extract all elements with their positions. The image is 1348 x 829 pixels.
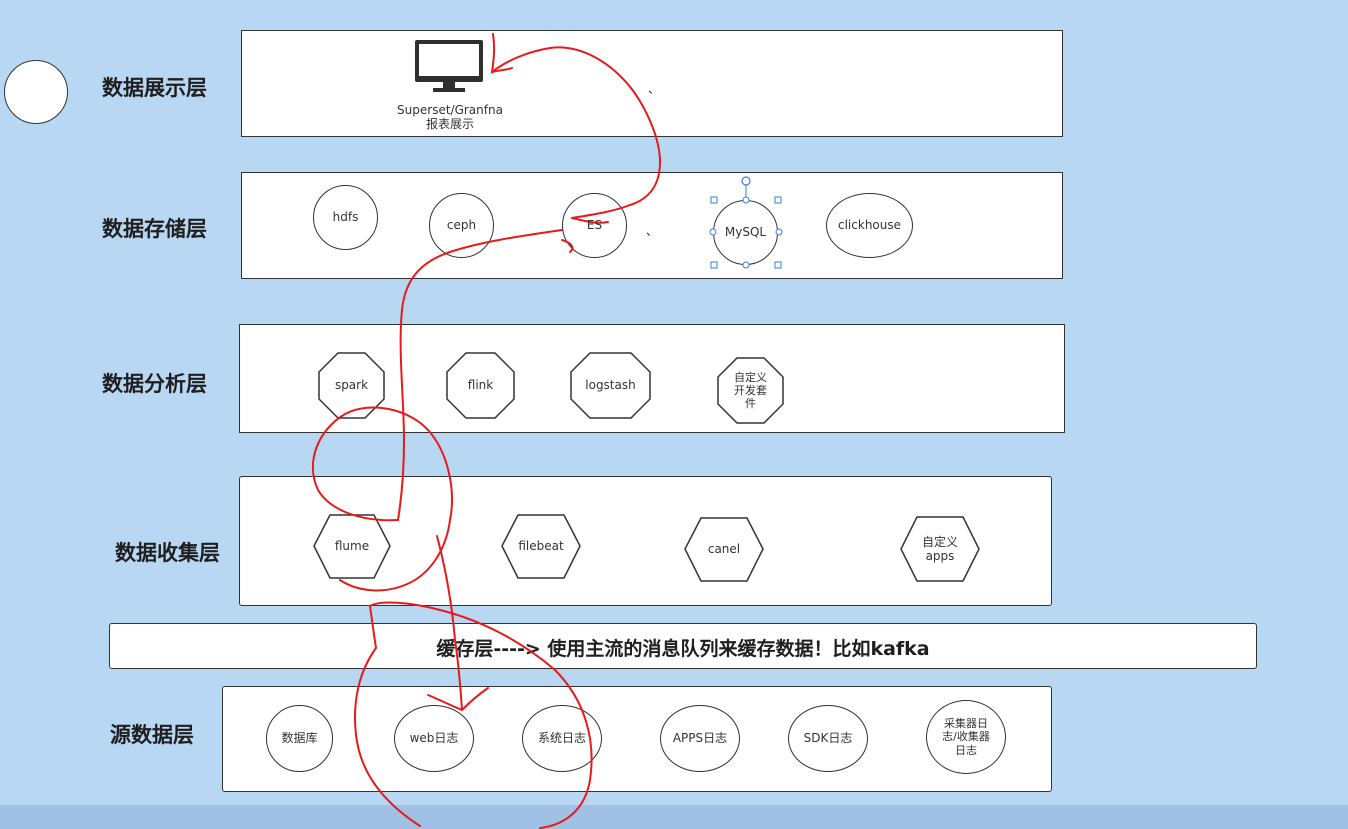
source-node-system-log[interactable]: 系统日志 [522,705,602,772]
blank-circle-shape[interactable] [4,60,68,124]
source-node-collector-log[interactable]: 采集器日 志/收集器 日志 [926,700,1006,774]
analysis-node-spark[interactable]: spark [318,352,385,419]
collection-node-filebeat[interactable]: filebeat [501,514,581,579]
stray-tick-mark-2: 、 [646,224,659,238]
monitor-icon[interactable] [413,38,485,94]
monitor-caption-line2: 报表展示 [425,117,474,131]
collection-layer-label: 数据收集层 [115,541,220,565]
storage-node-hdfs[interactable]: hdfs [313,185,378,250]
source-node-sdk-log[interactable]: SDK日志 [788,705,868,772]
storage-layer-label: 数据存储层 [102,217,207,241]
storage-node-ceph[interactable]: ceph [429,193,494,258]
source-node-web-log[interactable]: web日志 [394,705,474,772]
analysis-layer-label: 数据分析层 [102,372,207,396]
diagram-canvas: 数据展示层 数据存储层 数据分析层 数据收集层 源数据层 缓存层----> 使用… [0,0,1348,829]
selection-handles[interactable] [705,174,787,272]
bottom-strip [0,805,1348,829]
source-node-database[interactable]: 数据库 [266,705,333,772]
collection-node-canel[interactable]: canel [684,517,764,582]
analysis-node-flink[interactable]: flink [446,352,515,419]
analysis-node-logstash[interactable]: logstash [570,352,651,419]
collection-node-flume[interactable]: flume [313,514,391,579]
stray-tick-mark: 、 [648,82,661,96]
source-layer-label: 源数据层 [110,723,194,747]
analysis-node-custom-kit[interactable]: 自定义 开发套 件 [717,357,784,424]
monitor-caption-line1: Superset/Granfna [397,103,503,117]
display-layer-label: 数据展示层 [102,76,207,100]
storage-node-es[interactable]: ES [562,193,627,258]
source-node-apps-log[interactable]: APPS日志 [660,705,740,772]
cache-layer-text: 缓存层----> 使用主流的消息队列来缓存数据！比如kafka [436,638,930,660]
storage-node-clickhouse[interactable]: clickhouse [826,193,913,258]
collection-node-custom-apps[interactable]: 自定义 apps [900,516,980,582]
